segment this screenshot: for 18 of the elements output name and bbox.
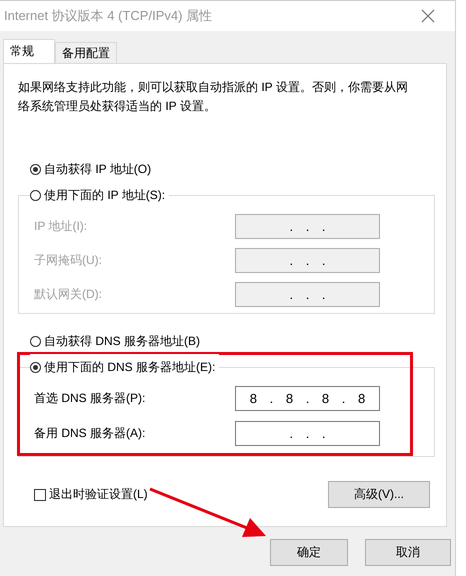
field-label: 子网掩码(U): — [34, 252, 102, 269]
radio-option[interactable]: 自动获得 IP 地址(O) — [30, 156, 432, 182]
description-text: 如果网络支持此功能，则可以获取自动指派的 IP 设置。否则，你需要从网络系统管理员处获得适当的 IP 设置。 — [18, 79, 409, 115]
tab[interactable]: 备用配置 — [55, 42, 117, 63]
checkbox[interactable]: 退出时验证设置(L) — [34, 486, 148, 503]
close-icon[interactable] — [421, 9, 435, 23]
field-label: 首选 DNS 服务器(P): — [34, 390, 146, 407]
radio-option[interactable]: 自动获得 DNS 服务器地址(B) — [30, 328, 432, 354]
window-title: Internet 协议版本 4 (TCP/IPv4) 属性 — [4, 7, 212, 25]
field-label: IP 地址(I): — [34, 218, 88, 235]
field-label: 备用 DNS 服务器(A): — [34, 425, 146, 442]
ip-address-field[interactable]: . . . — [235, 421, 380, 446]
tab[interactable]: 常规 — [3, 39, 55, 63]
ip-address-field[interactable]: 8 . 8 . 8 . 8 — [235, 386, 380, 411]
cancel-button[interactable]: 取消 — [365, 539, 451, 566]
field-label: 默认网关(D): — [34, 286, 102, 303]
advanced-button[interactable]: 高级(V)... — [328, 481, 430, 508]
ok-button[interactable]: 确定 — [270, 539, 348, 566]
